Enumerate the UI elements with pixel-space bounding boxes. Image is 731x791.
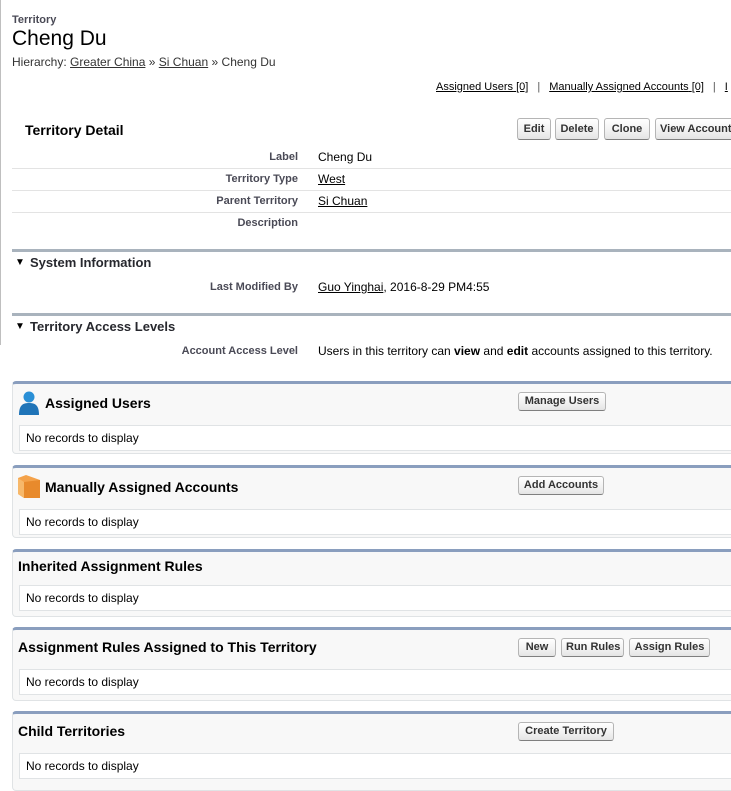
breadcrumb-separator: » [211,55,219,69]
object-type-label: Territory [12,14,57,26]
folder-icon [18,475,40,498]
related-list-links: Assigned Users [0] | Manually Assigned Acc… [436,81,728,93]
add-accounts-button[interactable]: Add Accounts [518,476,604,495]
modified-date: , 2016-8-29 PM4:55 [383,280,490,294]
field-value: Cheng Du [318,150,373,164]
new-rule-button[interactable]: New [518,638,556,657]
empty-message: No records to display [19,585,731,611]
related-list-assigned-users: Assigned Users Manage Users No records t… [12,381,731,454]
field-label: Last Modified By [209,281,298,293]
link-inherited-rules[interactable]: I [725,81,728,93]
field-row-account-access: Account Access Level Users in this terri… [12,341,731,363]
assign-rules-button[interactable]: Assign Rules [629,638,710,657]
empty-message: No records to display [19,425,731,451]
field-row-last-modified: Last Modified By Guo Yinghai, 2016-8-29 … [12,277,731,299]
parent-territory-link[interactable]: Si Chuan [318,194,367,208]
territory-type-link[interactable]: West [318,172,345,186]
related-list-title: Child Territories [18,723,126,739]
related-list-inherited-assignment-rules: Inherited Assignment Rules No records to… [12,549,731,617]
user-icon [19,391,39,415]
section-title: System Information [30,255,152,270]
run-rules-button[interactable]: Run Rules [561,638,624,657]
edit-button[interactable]: Edit [517,118,551,140]
field-label: Account Access Level [181,345,298,357]
related-list-title: Manually Assigned Accounts [45,479,239,495]
empty-message: No records to display [19,509,731,535]
triangle-down-icon: ▼ [15,321,25,332]
page-title: Cheng Du [12,27,107,50]
link-manually-assigned-accounts[interactable]: Manually Assigned Accounts [0] [549,81,704,93]
related-list-child-territories: Child Territories Create Territory No re… [12,711,731,791]
breadcrumb-greater-china[interactable]: Greater China [70,55,145,69]
field-row-territory-type: Territory Type West [12,169,731,191]
detail-title: Territory Detail [25,122,124,138]
related-list-title: Assignment Rules Assigned to This Territ… [18,639,317,655]
related-list-assignment-rules: Assignment Rules Assigned to This Territ… [12,627,731,701]
section-territory-access-levels[interactable]: ▼ Territory Access Levels [12,313,731,337]
related-list-manually-assigned-accounts: Manually Assigned Accounts Add Accounts … [12,465,731,538]
related-list-title: Inherited Assignment Rules [18,558,203,574]
manage-users-button[interactable]: Manage Users [518,392,606,411]
field-row-description: Description [12,213,731,235]
field-value: Guo Yinghai, 2016-8-29 PM4:55 [318,280,489,294]
create-territory-button[interactable]: Create Territory [518,722,614,741]
field-row-label: Label Cheng Du [12,147,731,169]
view-accounts-button[interactable]: View Accounts [655,118,731,140]
empty-message: No records to display [19,753,731,779]
field-label: Label [269,151,298,163]
breadcrumb: Hierarchy: Greater China » Si Chuan » Ch… [12,55,276,69]
left-border [0,0,1,345]
link-assigned-users[interactable]: Assigned Users [0] [436,81,528,93]
triangle-down-icon: ▼ [15,257,25,268]
breadcrumb-si-chuan[interactable]: Si Chuan [159,55,208,69]
related-list-title: Assigned Users [45,395,151,411]
breadcrumb-separator: » [148,55,156,69]
section-system-information[interactable]: ▼ System Information [12,249,731,273]
modified-by-user-link[interactable]: Guo Yinghai [318,280,383,294]
field-label: Territory Type [225,173,298,185]
delete-button[interactable]: Delete [555,118,599,140]
field-value: Users in this territory can view and edi… [318,344,713,358]
field-label: Description [237,217,298,229]
field-label: Parent Territory [216,195,298,207]
section-title: Territory Access Levels [30,319,176,334]
field-row-parent-territory: Parent Territory Si Chuan [12,191,731,213]
hierarchy-label: Hierarchy: [12,55,67,69]
breadcrumb-current: Cheng Du [221,55,276,69]
clone-button[interactable]: Clone [604,118,650,140]
empty-message: No records to display [19,669,731,695]
